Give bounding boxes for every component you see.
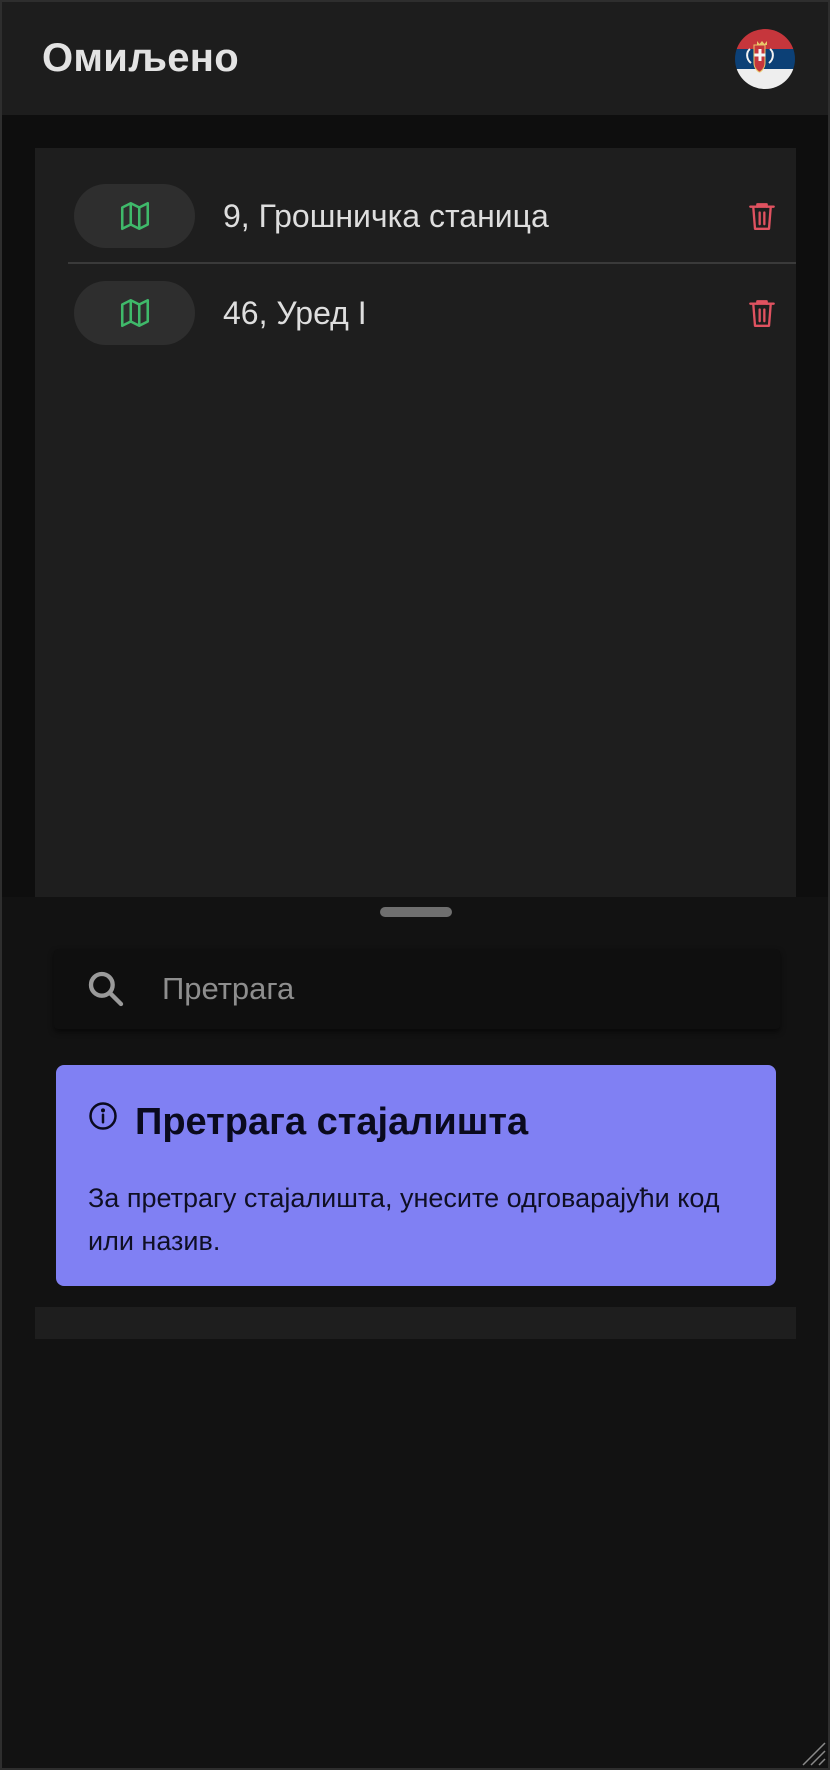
search-bar[interactable] [54,949,780,1029]
serbia-flag-icon[interactable] [735,29,795,89]
page-title: Омиљено [42,36,239,80]
trash-icon [749,300,775,327]
info-card-body: За претрагу стајалишта, унесите одговара… [88,1183,720,1256]
bottom-sheet: Претрага стајалишта За претрагу стајалиш… [2,897,828,1768]
trash-icon [749,203,775,230]
resize-grip-icon[interactable] [798,1738,826,1766]
favorite-row[interactable]: 46, Уред I [68,265,796,361]
show-on-map-button[interactable] [74,281,195,345]
favorite-stop-label[interactable]: 9, Грошничка станица [223,198,549,235]
results-panel [35,1307,796,1339]
show-on-map-button[interactable] [74,184,195,248]
delete-favorite-button[interactable] [744,198,780,234]
info-icon [89,1102,117,1130]
app-window: Омиљено 9, Грошничка станица 46, Уред I … [0,0,830,1770]
app-header: Омиљено [2,2,828,115]
favorites-list: 9, Грошничка станица 46, Уред I [35,148,796,897]
search-input[interactable] [162,965,742,1013]
favorite-row[interactable]: 9, Грошничка станица [68,168,796,264]
delete-favorite-button[interactable] [744,295,780,331]
bottom-sheet-drag-handle[interactable] [380,907,452,917]
map-icon [120,201,149,231]
search-icon [88,971,124,1007]
info-card-title: Претрага стајалишта [135,1101,529,1143]
info-card: Претрага стајалишта За претрагу стајалиш… [56,1065,776,1286]
map-icon [120,298,149,328]
favorite-stop-label[interactable]: 46, Уред I [223,295,367,332]
